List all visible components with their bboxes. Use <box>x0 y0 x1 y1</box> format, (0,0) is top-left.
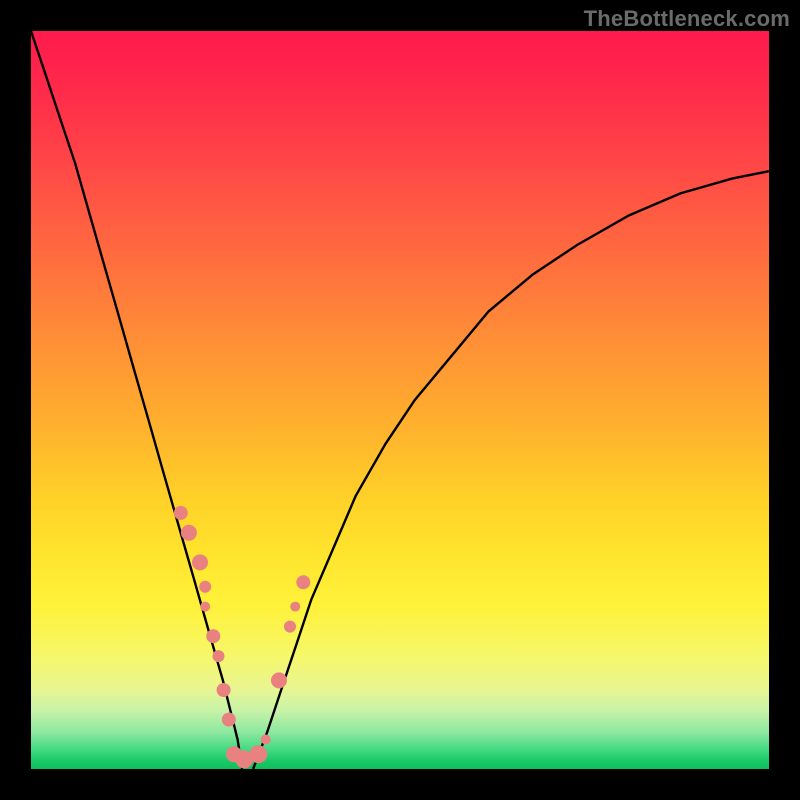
scatter-dot <box>200 602 210 612</box>
chart-svg <box>31 31 769 769</box>
scatter-dot <box>290 602 300 612</box>
scatter-dot <box>213 650 225 662</box>
plot-area <box>31 31 769 769</box>
scatter-dot <box>249 745 267 763</box>
scatter-dot <box>296 575 310 589</box>
scatter-dot <box>261 735 271 745</box>
watermark-text: TheBottleneck.com <box>584 6 790 32</box>
scatter-dot <box>206 629 220 643</box>
left-curve <box>31 31 242 769</box>
scatter-dot <box>174 506 188 520</box>
scatter-dot <box>284 621 296 633</box>
scatter-dot <box>217 683 231 697</box>
chart-frame: TheBottleneck.com <box>0 0 800 800</box>
scatter-dot <box>181 525 197 541</box>
scatter-dot <box>271 672 287 688</box>
right-curve <box>253 171 769 769</box>
scatter-dot <box>199 581 211 593</box>
scatter-dot <box>192 554 208 570</box>
scatter-dot <box>222 713 236 727</box>
scatter-points <box>174 506 310 769</box>
